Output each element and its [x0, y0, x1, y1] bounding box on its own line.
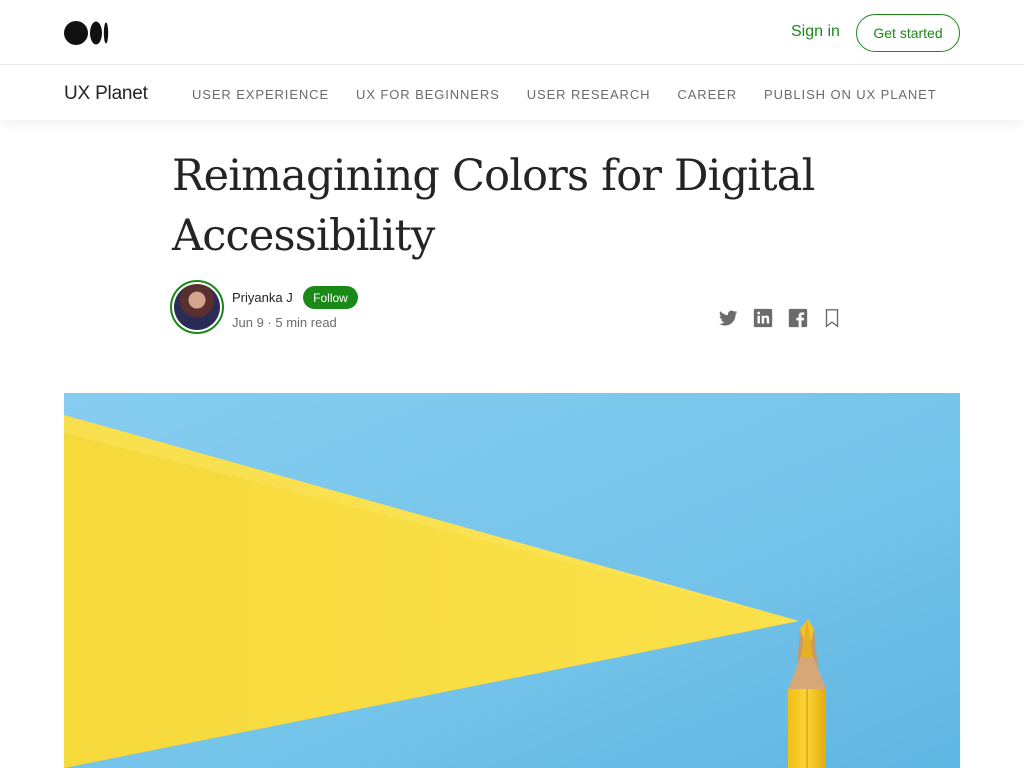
- avatar[interactable]: [170, 280, 224, 334]
- publication-nav: USER EXPERIENCE UX FOR BEGINNERS USER RESE…: [192, 86, 960, 106]
- hero-image: [64, 393, 960, 768]
- nav-item-career[interactable]: CAREER: [677, 87, 737, 102]
- top-navigation-bar: Sign in Get started: [0, 0, 1024, 65]
- nav-item-user-research[interactable]: USER RESEARCH: [527, 87, 651, 102]
- twitter-icon[interactable]: [717, 307, 739, 329]
- bookmark-icon[interactable]: [821, 307, 843, 329]
- publication-bar: UX Planet USER EXPERIENCE UX FOR BEGINNER…: [0, 66, 1024, 120]
- author-name[interactable]: Priyanka J: [232, 290, 293, 305]
- publication-name[interactable]: UX Planet: [64, 83, 148, 105]
- nav-item-user-experience[interactable]: USER EXPERIENCE: [192, 87, 329, 102]
- author-photo: [174, 284, 220, 330]
- linkedin-icon[interactable]: [752, 307, 774, 329]
- facebook-icon[interactable]: [787, 307, 809, 329]
- article-title: Reimagining Colors for Digital Accessibi…: [172, 151, 815, 261]
- medium-logo-icon[interactable]: [64, 21, 110, 45]
- get-started-button[interactable]: Get started: [856, 14, 960, 52]
- nav-item-publish-on-ux-planet[interactable]: PUBLISH ON UX PLANET: [764, 87, 937, 102]
- follow-button[interactable]: Follow: [303, 286, 358, 309]
- sign-in-link[interactable]: Sign in: [791, 23, 840, 41]
- article-meta: Jun 9 · 5 min read: [232, 315, 337, 330]
- nav-item-ux-for-beginners[interactable]: UX FOR BEGINNERS: [356, 87, 500, 102]
